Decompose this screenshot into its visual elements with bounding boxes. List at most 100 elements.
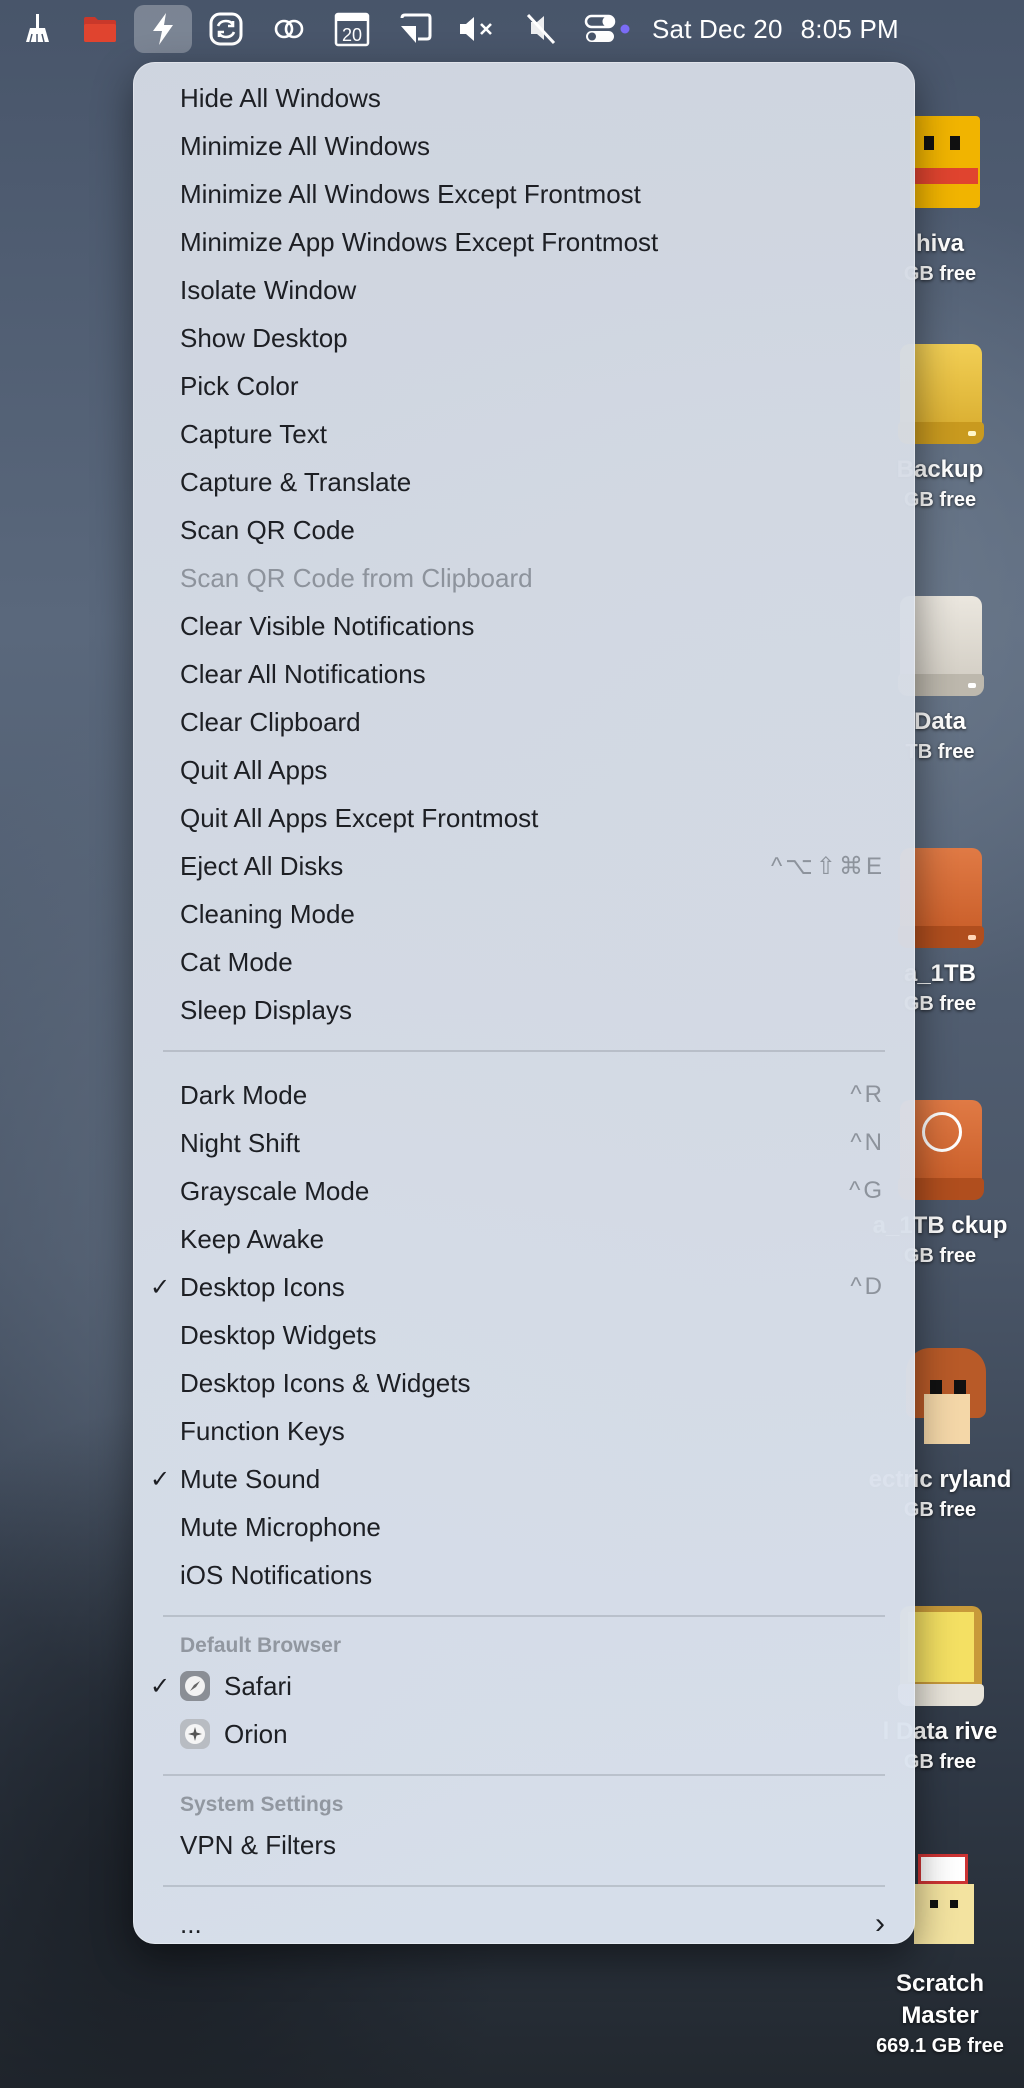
- menu-item-desktop-icons[interactable]: ✓ Desktop Icons ^D: [133, 1263, 915, 1311]
- menu-item-scan-qr-code-from-clipboard: Scan QR Code from Clipboard: [133, 554, 915, 602]
- keyboard-shortcut: ^D: [850, 1273, 885, 1300]
- menu-item-mute-microphone[interactable]: Mute Microphone: [133, 1503, 915, 1551]
- keyboard-shortcut: ^⌥⇧⌘E: [770, 852, 885, 880]
- menu-item-label: Night Shift: [180, 1127, 300, 1158]
- menu-item-orion[interactable]: Orion: [133, 1710, 915, 1758]
- keyboard-shortcut: ^G: [849, 1177, 885, 1204]
- menu-item-ios-notifications[interactable]: iOS Notifications: [133, 1551, 915, 1599]
- keyboard-shortcut: ^R: [850, 1081, 885, 1108]
- menu-item-label: Eject All Disks: [180, 850, 344, 881]
- menu-item-quit-all-apps[interactable]: Quit All Apps: [133, 746, 915, 794]
- menu-item-label: Desktop Icons & Widgets: [180, 1367, 471, 1398]
- clock-time: 8:05 PM: [800, 13, 899, 44]
- checkmark-icon: ✓: [149, 1672, 171, 1700]
- menu-item-label: ...: [180, 1908, 202, 1939]
- calendar-date-text: 20: [342, 25, 362, 45]
- menu-item-label: Show Desktop: [180, 322, 348, 353]
- menu-item-keep-awake[interactable]: Keep Awake: [133, 1215, 915, 1263]
- menu-item-desktop-widgets[interactable]: Desktop Widgets: [133, 1311, 915, 1359]
- menu-separator: [163, 1774, 885, 1776]
- menu-item-grayscale-mode[interactable]: Grayscale Mode ^G: [133, 1167, 915, 1215]
- menu-item-vpn-filters[interactable]: VPN & Filters: [133, 1821, 915, 1869]
- control-center-icon[interactable]: [575, 5, 639, 53]
- menu-item-more[interactable]: ... ›: [133, 1900, 915, 1948]
- clock-date: Sat Dec 20: [652, 13, 783, 44]
- menu-item-minimize-all-windows[interactable]: Minimize All Windows: [133, 122, 915, 170]
- keyboard-shortcut: ^N: [850, 1129, 885, 1156]
- menu-item-label: Pick Color: [180, 370, 299, 401]
- menu-item-label: Clear Visible Notifications: [180, 610, 475, 641]
- menu-item-label: Capture & Translate: [180, 466, 412, 497]
- menu-item-label: Safari: [224, 1670, 292, 1701]
- menu-item-label: Hide All Windows: [180, 82, 381, 113]
- menu-item-label: Minimize App Windows Except Frontmost: [180, 226, 659, 257]
- menu-item-capture-and-translate[interactable]: Capture & Translate: [133, 458, 915, 506]
- menu-separator: [163, 1615, 885, 1617]
- menu-item-label: Scan QR Code from Clipboard: [180, 562, 533, 593]
- menu-item-clear-clipboard[interactable]: Clear Clipboard: [133, 698, 915, 746]
- speaker-muted-icon[interactable]: [449, 5, 507, 53]
- menu-item-label: Desktop Icons: [180, 1271, 345, 1302]
- cast-icon[interactable]: [386, 5, 444, 53]
- disk-name: Scratch Master: [895, 1970, 985, 2029]
- section-title-default-browser: Default Browser: [180, 1634, 342, 1657]
- menu-item-label: Orion: [224, 1718, 288, 1749]
- menu-item-minimize-all-windows-except-frontmost[interactable]: Minimize All Windows Except Frontmost: [133, 170, 915, 218]
- menu-item-sleep-displays[interactable]: Sleep Displays: [133, 986, 915, 1034]
- menu-item-mute-sound[interactable]: ✓ Mute Sound: [133, 1455, 915, 1503]
- menu-group-toggles: Dark Mode ^R Night Shift ^N Grayscale Mode ^G…: [133, 1071, 915, 1599]
- menu-item-label: iOS Notifications: [180, 1559, 373, 1590]
- menu-item-night-shift[interactable]: Night Shift ^N: [133, 1119, 915, 1167]
- safari-icon: [180, 1671, 210, 1701]
- menu-item-label: Function Keys: [180, 1415, 345, 1446]
- broom-icon[interactable]: [8, 5, 66, 53]
- menu-item-hide-all-windows[interactable]: Hide All Windows: [133, 74, 915, 122]
- menu-item-clear-all-notifications[interactable]: Clear All Notifications: [133, 650, 915, 698]
- menu-item-clear-visible-notifications[interactable]: Clear Visible Notifications: [133, 602, 915, 650]
- menu-item-label: Grayscale Mode: [180, 1175, 370, 1206]
- mic-off-icon[interactable]: [512, 5, 570, 53]
- sync-arrows-icon[interactable]: [197, 5, 255, 53]
- menu-item-function-keys[interactable]: Function Keys: [133, 1407, 915, 1455]
- menu-item-label: Desktop Widgets: [180, 1319, 377, 1350]
- menu-item-dark-mode[interactable]: Dark Mode ^R: [133, 1071, 915, 1119]
- eyeglasses-icon[interactable]: [260, 5, 318, 53]
- menu-item-label: Cleaning Mode: [180, 898, 355, 929]
- orion-icon: [180, 1719, 210, 1749]
- menu-item-show-desktop[interactable]: Show Desktop: [133, 314, 915, 362]
- menu-group-actions: Hide All Windows Minimize All Windows Mini…: [133, 74, 915, 1034]
- menu-item-cleaning-mode[interactable]: Cleaning Mode: [133, 890, 915, 938]
- menu-item-quit-all-apps-except-frontmost[interactable]: Quit All Apps Except Frontmost: [133, 794, 915, 842]
- checkmark-icon: ✓: [149, 1465, 171, 1493]
- menu-item-minimize-app-windows-except-frontmost[interactable]: Minimize App Windows Except Frontmost: [133, 218, 915, 266]
- menu-item-isolate-window[interactable]: Isolate Window: [133, 266, 915, 314]
- menu-item-scan-qr-code[interactable]: Scan QR Code: [133, 506, 915, 554]
- menu-item-label: Minimize All Windows Except Frontmost: [180, 178, 641, 209]
- menu-bar: 20 Sat Dec 20 8:05 PM: [0, 0, 1024, 58]
- menu-item-pick-color[interactable]: Pick Color: [133, 362, 915, 410]
- menu-item-label: VPN & Filters: [180, 1829, 337, 1860]
- menu-item-label: Sleep Displays: [180, 994, 352, 1025]
- menu-item-cat-mode[interactable]: Cat Mode: [133, 938, 915, 986]
- menu-separator: [163, 1885, 885, 1887]
- folder-icon[interactable]: [71, 5, 129, 53]
- menu-item-label: Quit All Apps: [180, 754, 328, 785]
- calendar-date-icon[interactable]: 20: [323, 5, 381, 53]
- menu-item-label: Clear All Notifications: [180, 658, 426, 689]
- menu-item-label: Scan QR Code: [180, 514, 355, 545]
- clock[interactable]: Sat Dec 20 8:05 PM: [652, 14, 899, 45]
- menu-item-label: Quit All Apps Except Frontmost: [180, 802, 539, 833]
- menu-item-label: Mute Microphone: [180, 1511, 381, 1542]
- menu-item-desktop-icons-and-widgets[interactable]: Desktop Icons & Widgets: [133, 1359, 915, 1407]
- lightning-bolt-icon[interactable]: [134, 5, 192, 53]
- checkmark-icon: ✓: [149, 1273, 171, 1301]
- menu-separator: [163, 1050, 885, 1052]
- menu-item-capture-text[interactable]: Capture Text: [133, 410, 915, 458]
- menu-item-label: Mute Sound: [180, 1463, 321, 1494]
- menu-item-label: Capture Text: [180, 418, 327, 449]
- menu-item-eject-all-disks[interactable]: Eject All Disks ^⌥⇧⌘E: [133, 842, 915, 890]
- menu-item-safari[interactable]: ✓ Safari: [133, 1662, 915, 1710]
- menu-item-label: Clear Clipboard: [180, 706, 361, 737]
- menu-item-label: Cat Mode: [180, 946, 293, 977]
- menu-item-label: Keep Awake: [180, 1223, 325, 1254]
